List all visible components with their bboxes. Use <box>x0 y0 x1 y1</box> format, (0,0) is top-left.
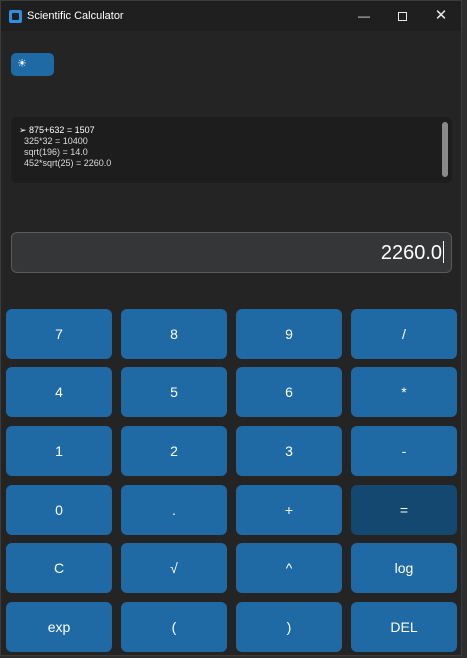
key-power[interactable]: ^ <box>236 543 342 593</box>
key-0[interactable]: 0 <box>6 485 112 535</box>
title-bar[interactable]: Scientific Calculator — ✕ <box>1 1 461 31</box>
key-8[interactable]: 8 <box>121 309 227 359</box>
history-line: 452*sqrt(25) = 2260.0 <box>19 158 112 168</box>
calculator-window: Scientific Calculator — ✕ ☀ ➢ 875+632 = … <box>0 0 462 656</box>
minimize-button[interactable]: — <box>345 1 383 31</box>
key-minus[interactable]: - <box>351 426 457 476</box>
history-list: ➢ 875+632 = 1507 325*32 = 10400 sqrt(196… <box>19 125 111 169</box>
key-9[interactable]: 9 <box>236 309 342 359</box>
window-title: Scientific Calculator <box>27 10 124 22</box>
history-line: ➢ 875+632 = 1507 <box>19 125 95 135</box>
key-multiply[interactable]: * <box>351 367 457 417</box>
history-panel[interactable]: ➢ 875+632 = 1507 325*32 = 10400 sqrt(196… <box>11 117 452 183</box>
key-log[interactable]: log <box>351 543 457 593</box>
key-delete[interactable]: DEL <box>351 602 457 652</box>
maximize-button[interactable] <box>383 1 421 31</box>
history-line: sqrt(196) = 14.0 <box>19 147 88 157</box>
maximize-icon <box>397 12 407 22</box>
key-close-paren[interactable]: ) <box>236 602 342 652</box>
app-icon <box>9 10 22 23</box>
key-5[interactable]: 5 <box>121 367 227 417</box>
theme-toggle-button[interactable]: ☀ <box>11 53 54 76</box>
display-field[interactable]: 2260.0 <box>11 232 452 273</box>
key-equals[interactable]: = <box>351 485 457 535</box>
key-7[interactable]: 7 <box>6 309 112 359</box>
key-2[interactable]: 2 <box>121 426 227 476</box>
key-4[interactable]: 4 <box>6 367 112 417</box>
key-6[interactable]: 6 <box>236 367 342 417</box>
history-scrollbar[interactable] <box>442 122 448 177</box>
key-open-paren[interactable]: ( <box>121 602 227 652</box>
key-sqrt[interactable]: √ <box>121 543 227 593</box>
key-plus[interactable]: + <box>236 485 342 535</box>
display-value: 2260.0 <box>380 241 444 264</box>
text-caret <box>443 241 444 263</box>
key-divide[interactable]: / <box>351 309 457 359</box>
close-button[interactable]: ✕ <box>422 1 460 31</box>
key-3[interactable]: 3 <box>236 426 342 476</box>
key-1[interactable]: 1 <box>6 426 112 476</box>
key-exp[interactable]: exp <box>6 602 112 652</box>
key-clear[interactable]: C <box>6 543 112 593</box>
history-line: 325*32 = 10400 <box>19 136 88 146</box>
sun-icon: ☀ <box>17 58 27 70</box>
key-decimal[interactable]: . <box>121 485 227 535</box>
